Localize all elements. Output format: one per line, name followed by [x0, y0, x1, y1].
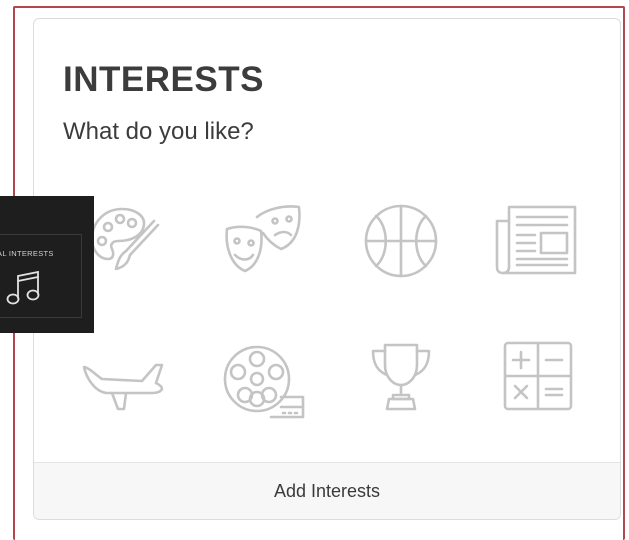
art-palette-icon[interactable] [82, 199, 166, 283]
tile-label: ERAL INTERESTS [0, 249, 54, 258]
interests-card: INTERESTS What do you like? Add Interest… [33, 18, 621, 520]
film-reel-icon[interactable] [221, 337, 305, 421]
theater-masks-icon[interactable] [221, 199, 305, 283]
music-note-icon [4, 268, 46, 310]
card-subtitle: What do you like? [63, 118, 254, 145]
add-interests-button[interactable]: Add Interests [34, 462, 620, 519]
newspaper-icon[interactable] [495, 199, 579, 283]
add-interests-label: Add Interests [273, 480, 381, 501]
calculator-icon[interactable] [495, 337, 579, 421]
card-title: INTERESTS [63, 60, 264, 99]
basketball-icon[interactable] [359, 199, 443, 283]
airplane-icon[interactable] [82, 337, 166, 421]
trophy-icon[interactable] [359, 337, 443, 421]
general-interests-tile[interactable]: ERAL INTERESTS [0, 196, 94, 333]
